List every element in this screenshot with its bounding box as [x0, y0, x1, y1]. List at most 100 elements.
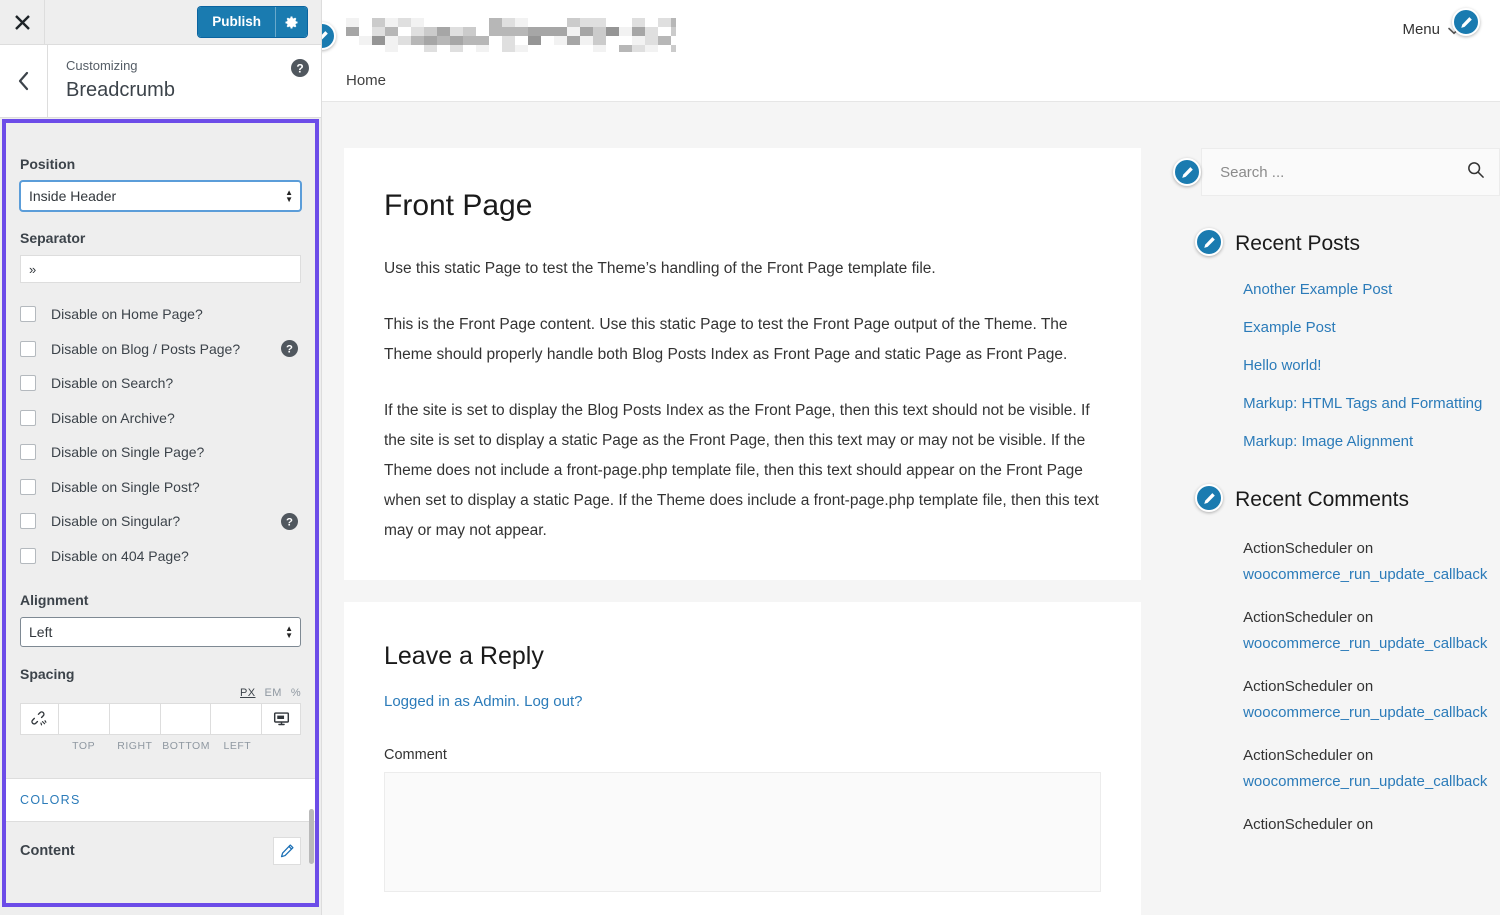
redaction-block: [554, 27, 567, 36]
comment-author: ActionScheduler on: [1243, 609, 1374, 626]
disable-option-row[interactable]: Disable on Blog / Posts Page??: [20, 332, 301, 367]
colors-accordion-row[interactable]: COLORS: [6, 778, 315, 822]
position-select[interactable]: Inside Header: [20, 181, 301, 211]
redaction-block: [385, 45, 398, 52]
alignment-select[interactable]: Left: [20, 617, 301, 647]
edit-recent-comments-icon[interactable]: [1195, 484, 1224, 512]
comment-target-link[interactable]: woocommerce_run_update_callback: [1243, 700, 1500, 726]
publish-area: Publish: [198, 0, 321, 44]
redaction-block: [398, 36, 411, 45]
checkbox-icon[interactable]: [20, 340, 36, 357]
main-column: Front Page Use this static Page to test …: [344, 148, 1142, 915]
disable-option-label: Disable on Singular?: [51, 513, 181, 530]
spacing-right-input[interactable]: [109, 704, 160, 734]
log-out-link[interactable]: Log out?: [524, 693, 582, 710]
unlink-icon[interactable]: [21, 704, 59, 734]
edit-recent-posts-icon[interactable]: [1195, 228, 1224, 256]
disable-option-label: Disable on Blog / Posts Page?: [51, 340, 241, 357]
checkbox-icon[interactable]: [20, 444, 36, 461]
search-icon[interactable]: [1466, 160, 1485, 184]
scrollbar-thumb[interactable]: [309, 809, 314, 864]
recent-post-link[interactable]: Markup: HTML Tags and Formatting: [1243, 395, 1482, 412]
redaction-block: [424, 18, 437, 27]
alignment-label: Alignment: [20, 592, 89, 608]
desktop-icon[interactable]: [262, 704, 300, 734]
help-icon[interactable]: ?: [281, 340, 298, 358]
sidebar-column: Recent Posts Another Example Post Example…: [1173, 148, 1500, 915]
edit-site-title-icon[interactable]: [322, 22, 336, 50]
disable-option-row[interactable]: Disable on Archive?: [20, 401, 301, 436]
recent-post-link[interactable]: Hello world!: [1243, 357, 1321, 374]
comment-target-link[interactable]: woocommerce_run_update_callback: [1243, 769, 1500, 795]
recent-post-link[interactable]: Markup: Image Alignment: [1243, 433, 1413, 450]
disable-option-row[interactable]: Disable on Singular??: [20, 504, 301, 539]
spacing-left-input[interactable]: [211, 704, 261, 734]
spacing-unit-percent[interactable]: %: [291, 687, 301, 699]
disable-option-row[interactable]: Disable on Single Post?: [20, 470, 301, 505]
spacing-unit-px[interactable]: PX: [240, 687, 255, 699]
publish-button[interactable]: Publish: [198, 7, 275, 37]
gear-icon[interactable]: [275, 7, 307, 37]
redaction-block: [463, 36, 476, 45]
spacing-caption-left: LEFT: [223, 740, 252, 752]
disable-option-row[interactable]: Disable on Search?: [20, 366, 301, 401]
checkbox-icon[interactable]: [20, 409, 36, 426]
close-icon[interactable]: [0, 0, 45, 44]
redaction-block: [606, 36, 619, 45]
pencil-icon[interactable]: [273, 837, 301, 865]
checkbox-icon[interactable]: [20, 547, 36, 564]
redaction-block: [489, 27, 502, 36]
help-icon[interactable]: ?: [281, 512, 298, 530]
customizer-topbar: Publish: [0, 0, 321, 45]
checkbox-icon[interactable]: [20, 513, 36, 530]
content-label: Content: [20, 843, 75, 859]
comment-target-link[interactable]: woocommerce_run_update_callback: [1243, 562, 1500, 588]
logged-in-notice: Logged in as Admin. Log out?: [384, 687, 1101, 717]
redaction-block: [671, 18, 676, 27]
preview-content: Front Page Use this static Page to test …: [322, 102, 1500, 915]
search-input[interactable]: [1218, 162, 1466, 182]
disable-option-row[interactable]: Disable on Home Page?: [20, 297, 301, 332]
redaction-block: [567, 18, 580, 27]
spacing-unit-em[interactable]: EM: [265, 687, 282, 699]
redaction-block: [385, 18, 398, 27]
front-page-paragraph-1: Use this static Page to test the Theme’s…: [384, 260, 936, 277]
disable-option-row[interactable]: Disable on 404 Page?: [20, 539, 301, 574]
checkbox-icon[interactable]: [20, 478, 36, 495]
help-icon[interactable]: ?: [291, 59, 309, 77]
spacing-bottom-input[interactable]: [160, 704, 211, 734]
focused-control-group: Position Inside Header ▲▼ Separator Disa…: [2, 119, 319, 907]
comment-target-link[interactable]: woocommerce_run_update_callback: [1243, 631, 1500, 657]
breadcrumb-item-home[interactable]: Home: [346, 72, 386, 89]
redaction-block: [463, 27, 476, 36]
chevron-left-icon[interactable]: [0, 45, 48, 117]
redaction-block: [528, 45, 541, 52]
redaction-block: [658, 18, 671, 27]
recent-post-link[interactable]: Example Post: [1243, 319, 1336, 336]
redaction-block: [567, 27, 580, 36]
redaction-block: [502, 27, 515, 36]
redaction-block: [502, 18, 515, 27]
spacing-caption-spacer: [20, 740, 58, 752]
checkbox-icon[interactable]: [20, 306, 36, 323]
customizer-panel: Publish Customizing Breadcrumb ? Positio…: [0, 0, 322, 915]
edit-search-widget-icon[interactable]: [1173, 158, 1202, 186]
panel-scrollbar[interactable]: [308, 123, 315, 903]
comment-textarea[interactable]: [384, 772, 1102, 892]
spacing-top-input[interactable]: [59, 704, 109, 734]
redaction-block: [515, 45, 528, 52]
primary-menu-toggle[interactable]: Menu: [1402, 8, 1480, 40]
redaction-block: [580, 36, 593, 45]
redaction-block: [567, 45, 580, 52]
separator-input[interactable]: [20, 255, 301, 283]
redaction-block: [593, 36, 606, 45]
disable-option-row[interactable]: Disable on Single Page?: [20, 435, 301, 470]
recent-post-link[interactable]: Another Example Post: [1243, 281, 1392, 298]
edit-menu-icon[interactable]: [1452, 8, 1480, 36]
redaction-block: [619, 18, 632, 27]
checkbox-icon[interactable]: [20, 375, 36, 392]
redaction-block: [619, 36, 632, 45]
redaction-block: [463, 18, 476, 27]
list-item: Example Post: [1243, 318, 1500, 338]
redaction-block: [515, 36, 528, 45]
